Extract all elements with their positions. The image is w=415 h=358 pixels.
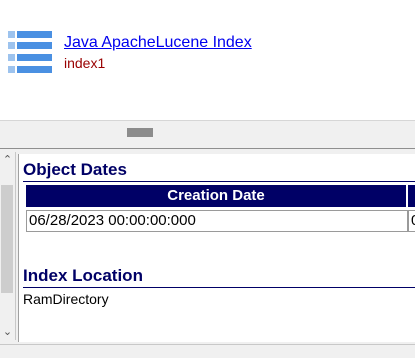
second-column-header — [408, 185, 415, 207]
chevron-down-icon[interactable]: ⌄ — [0, 324, 15, 340]
index-location-value: RamDirectory — [23, 291, 109, 307]
second-column-cell: 0 — [408, 210, 415, 232]
object-dates-rule — [23, 181, 415, 182]
index-title-link[interactable]: Java ApacheLucene Index — [64, 34, 252, 52]
vertical-scrollbar[interactable]: ⌃ ⌄ — [0, 152, 16, 340]
scroll-thumb[interactable] — [1, 185, 13, 293]
creation-date-header: Creation Date — [26, 185, 406, 207]
object-dates-heading: Object Dates — [23, 160, 127, 179]
chevron-up-icon[interactable]: ⌃ — [0, 152, 15, 168]
page-header: Java ApacheLucene Index index1 — [0, 0, 415, 120]
status-strip — [0, 344, 415, 358]
index-location-rule — [23, 287, 415, 288]
splitter-bar[interactable] — [0, 120, 415, 148]
properties-panel: ⌃ ⌄ Object Dates Creation Date 06/28/202… — [0, 148, 415, 344]
properties-content: Object Dates Creation Date 06/28/2023 00… — [18, 154, 415, 342]
index-name: index1 — [64, 55, 106, 71]
creation-date-cell: 06/28/2023 00:00:00:000 — [26, 210, 408, 232]
list-icon — [8, 31, 52, 73]
splitter-grip[interactable] — [127, 128, 153, 137]
index-location-heading: Index Location — [23, 266, 143, 285]
